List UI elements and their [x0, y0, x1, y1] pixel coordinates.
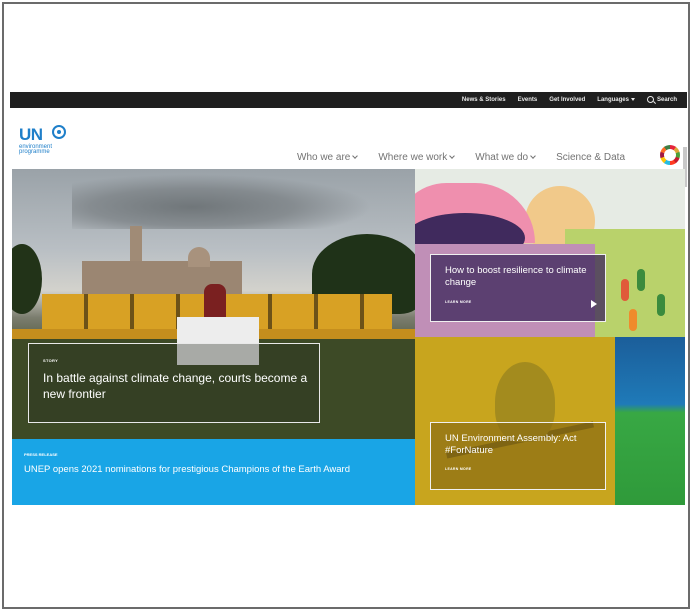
- nav-science-data[interactable]: Science & Data: [556, 152, 625, 163]
- search-icon: [646, 96, 654, 104]
- earth-texture-image: [615, 337, 685, 505]
- utility-links: News & Stories Events Get Involved Langu…: [462, 92, 677, 108]
- hero-caption-box[interactable]: STORY In battle against climate change, …: [28, 343, 320, 423]
- resilience-card[interactable]: How to boost resilience to climate chang…: [430, 254, 606, 322]
- unep-homepage: News & Stories Events Get Involved Langu…: [10, 92, 687, 521]
- press-tag: PRESS RELEASE: [24, 452, 58, 457]
- illustration-trees: [637, 269, 645, 291]
- hero-story[interactable]: STORY In battle against climate change, …: [12, 169, 415, 439]
- chevron-down-icon: [352, 153, 359, 159]
- events-link[interactable]: Events: [518, 97, 538, 103]
- resilience-title[interactable]: How to boost resilience to climate chang…: [445, 265, 605, 289]
- search-field[interactable]: Search: [646, 96, 677, 104]
- chevron-down-icon: [449, 153, 456, 159]
- hero-tag: STORY: [43, 358, 59, 363]
- unep-logo[interactable]: UN environment programme: [19, 125, 79, 165]
- languages-label: Languages: [597, 97, 629, 103]
- main-nav: Who we are Where we work What we do Scie…: [297, 152, 625, 163]
- chevron-down-icon: [630, 97, 635, 101]
- news-stories-link[interactable]: News & Stories: [462, 97, 506, 103]
- nav-who-label: Who we are: [297, 152, 351, 163]
- hero-image-clouds: [72, 174, 372, 229]
- hero-image-tree-left: [12, 244, 42, 314]
- sdg-wheel-icon[interactable]: [660, 145, 680, 165]
- nav-what-we-do[interactable]: What we do: [475, 152, 536, 163]
- play-icon[interactable]: [591, 300, 597, 308]
- main-header: UN environment programme Who we are Wher…: [10, 108, 687, 168]
- search-placeholder: Search: [656, 97, 677, 104]
- resilience-learn-more[interactable]: LEARN MORE: [445, 300, 472, 304]
- chevron-down-icon: [530, 153, 536, 159]
- logo-un: UN: [19, 125, 43, 144]
- press-release-banner[interactable]: PRESS RELEASE UNEP opens 2021 nomination…: [12, 439, 415, 505]
- nav-where-we-work[interactable]: Where we work: [378, 152, 456, 163]
- nav-where-label: Where we work: [378, 152, 448, 163]
- logo-line-2: programme: [19, 149, 50, 155]
- assembly-title[interactable]: UN Environment Assembly: Act #ForNature: [445, 433, 605, 457]
- languages-dropdown[interactable]: Languages: [597, 97, 635, 103]
- nav-who-we-are[interactable]: Who we are: [297, 152, 359, 163]
- assembly-card[interactable]: UN Environment Assembly: Act #ForNature …: [430, 422, 606, 490]
- get-involved-link[interactable]: Get Involved: [549, 97, 585, 103]
- utility-bar: News & Stories Events Get Involved Langu…: [10, 92, 687, 108]
- nav-what-label: What we do: [475, 152, 529, 163]
- press-headline[interactable]: UNEP opens 2021 nominations for prestigi…: [24, 463, 404, 476]
- un-emblem-icon: [52, 125, 66, 139]
- hero-image-tower: [130, 226, 142, 266]
- hero-headline[interactable]: In battle against climate change, courts…: [43, 370, 313, 402]
- assembly-learn-more[interactable]: LEARN MORE: [445, 467, 472, 471]
- hero-image-dome: [188, 247, 210, 267]
